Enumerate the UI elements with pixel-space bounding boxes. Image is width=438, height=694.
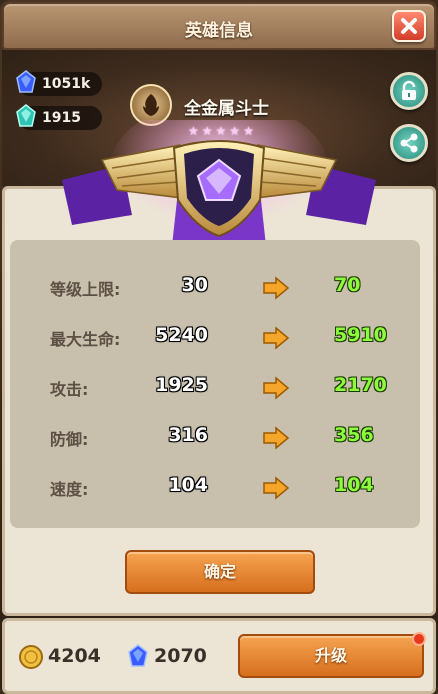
- stat-old-value: 5240: [155, 324, 208, 346]
- rebel-emblem-icon: [143, 94, 159, 116]
- teal-crystal-icon: [16, 104, 36, 127]
- stat-old-value: 1925: [155, 374, 208, 396]
- stat-row-attack: 攻击: 1925 2170: [10, 372, 420, 402]
- arrow-right-icon: [263, 276, 290, 300]
- notification-dot: [412, 632, 426, 646]
- stat-old-value: 316: [168, 424, 208, 446]
- stat-old-value: 30: [181, 274, 208, 296]
- hero-name: 全金属斗士: [184, 99, 269, 119]
- crystal-amount: 2070: [154, 645, 207, 667]
- window-title: 英雄信息: [185, 21, 253, 41]
- share-button[interactable]: [390, 124, 428, 162]
- stat-new-value: 356: [334, 424, 374, 446]
- stat-label: 等级上限:: [50, 280, 121, 299]
- close-button[interactable]: [392, 10, 426, 42]
- unlock-button[interactable]: [390, 72, 428, 110]
- arrow-right-icon: [263, 426, 290, 450]
- arrow-right-icon: [263, 476, 290, 500]
- gold-coin-icon: [19, 645, 43, 669]
- gold-amount: 4204: [48, 645, 101, 667]
- upgrade-button[interactable]: 升级: [238, 634, 424, 678]
- stat-new-value: 70: [334, 274, 361, 296]
- resource-crystal-blue: 1051k: [16, 70, 102, 96]
- blue-crystal-icon: [128, 644, 148, 667]
- blue-crystal-icon: [16, 70, 36, 93]
- resource-crystal-blue-value: 1051k: [42, 76, 91, 92]
- arrow-right-icon: [263, 326, 290, 350]
- title-bar: 英雄信息: [2, 2, 436, 50]
- confirm-button[interactable]: 确定: [125, 550, 315, 594]
- stat-new-value: 5910: [334, 324, 387, 346]
- stat-label: 最大生命:: [50, 330, 121, 349]
- stat-row-level-cap: 等级上限: 30 70: [10, 272, 420, 302]
- stat-row-speed: 速度: 104 104: [10, 472, 420, 502]
- close-icon: [401, 18, 417, 34]
- stat-label: 防御:: [50, 430, 89, 449]
- stat-label: 攻击:: [50, 380, 89, 399]
- stat-label: 速度:: [50, 480, 89, 499]
- stat-new-value: 2170: [334, 374, 387, 396]
- arrow-right-icon: [263, 376, 290, 400]
- share-icon: [400, 133, 418, 153]
- unlock-icon: [402, 80, 416, 100]
- stat-comparison-table: 等级上限: 30 70 最大生命: 5240 5910 攻击: 1925 217…: [10, 240, 420, 528]
- stat-old-value: 104: [168, 474, 208, 496]
- stat-row-max-hp: 最大生命: 5240 5910: [10, 322, 420, 352]
- stat-new-value: 104: [334, 474, 374, 496]
- stat-row-defense: 防御: 316 356: [10, 422, 420, 452]
